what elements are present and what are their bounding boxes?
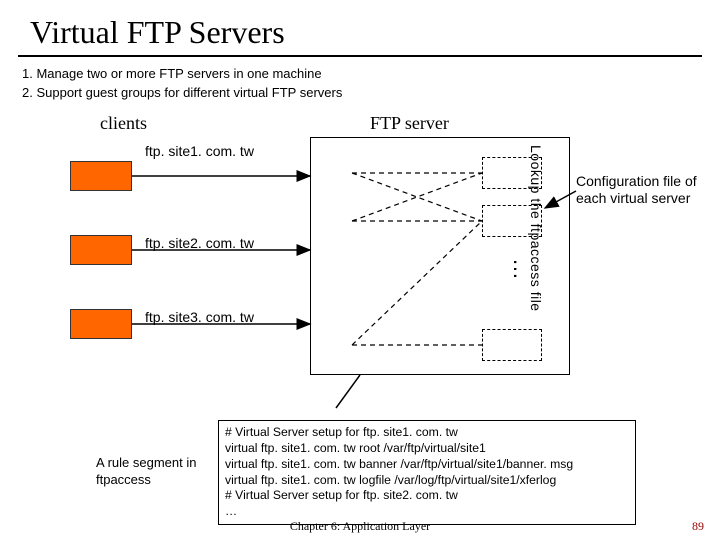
intro-line-1: 1. Manage two or more FTP servers in one… [22,65,720,84]
rule-box: # Virtual Server setup for ftp. site1. c… [218,420,636,525]
footer-chapter: Chapter 6: Application Layer [0,519,720,534]
intro-block: 1. Manage two or more FTP servers in one… [0,57,720,103]
page-title: Virtual FTP Servers [0,0,720,55]
intro-line-2: 2. Support guest groups for different vi… [22,84,720,103]
rule-caption: A rule segment in ftpaccess [96,455,216,489]
diagram-lines [0,113,720,433]
page-number: 89 [692,519,704,534]
diagram-stage: clients FTP server ftp. site1. com. tw f… [0,113,720,433]
